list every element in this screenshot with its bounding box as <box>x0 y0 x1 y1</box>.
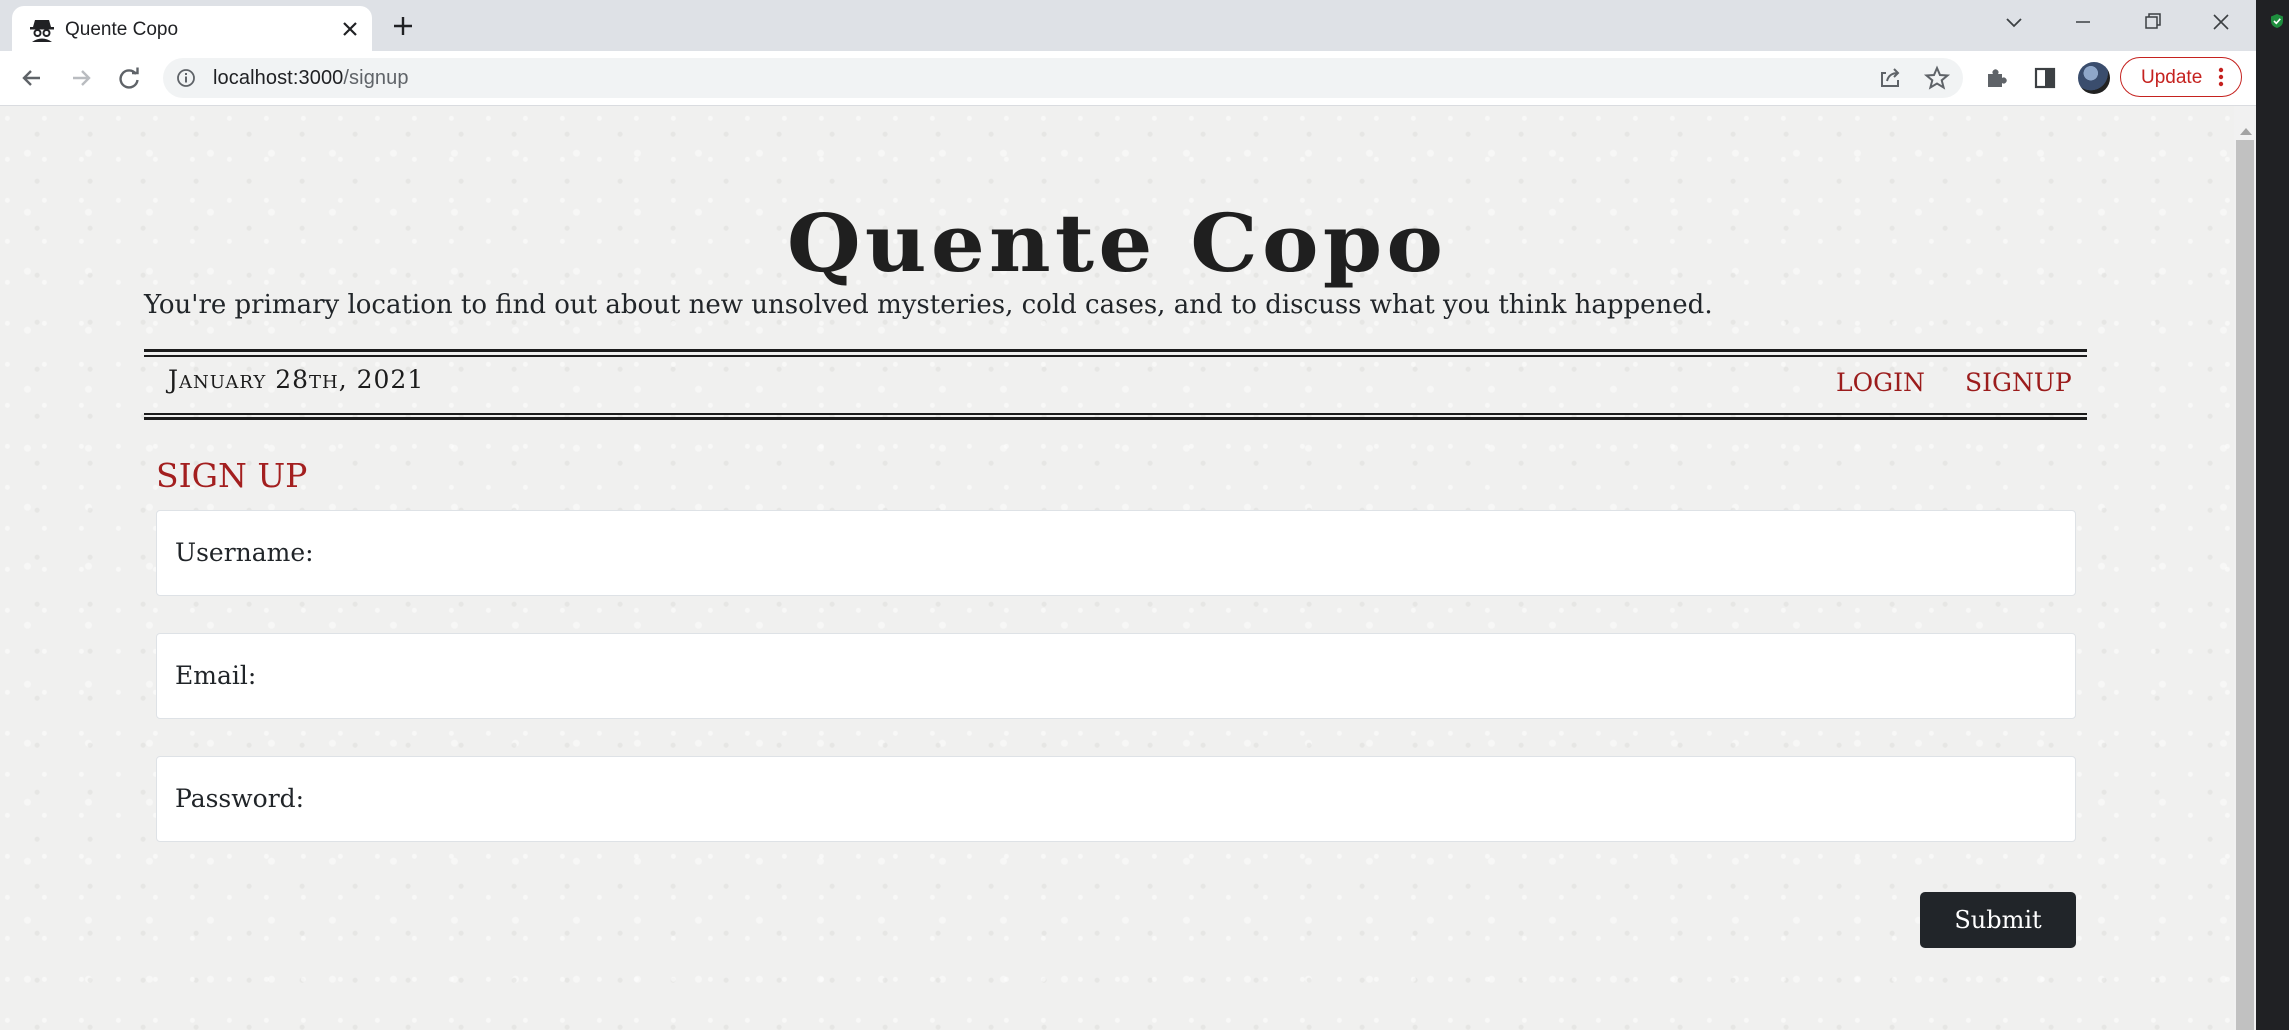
share-icon[interactable] <box>1876 64 1904 92</box>
scrollbar-thumb[interactable] <box>2236 140 2254 1030</box>
submit-button[interactable]: Submit <box>1920 892 2076 948</box>
update-label: Update <box>2141 67 2203 88</box>
browser-tab[interactable]: Quente Copo <box>12 6 372 51</box>
close-icon[interactable] <box>338 17 362 41</box>
back-arrow-icon[interactable] <box>18 64 46 92</box>
plus-icon[interactable] <box>390 13 416 39</box>
email-label: Email: <box>175 661 257 690</box>
page-viewport: Quente Copo You're primary location to f… <box>0 106 2234 1030</box>
detective-favicon-icon <box>30 20 54 42</box>
update-button[interactable]: Update <box>2120 57 2242 97</box>
divider-bottom-heavy <box>144 417 2087 420</box>
browser-toolbar: localhost:3000/signup Update <box>0 51 2256 106</box>
site-title: Quente Copo <box>786 196 1448 290</box>
site-tagline: You're primary location to find out abou… <box>144 290 1713 320</box>
tab-strip: Quente Copo <box>0 0 2256 51</box>
puzzle-icon[interactable] <box>1983 64 2011 92</box>
email-input[interactable] <box>327 648 2051 706</box>
minimize-icon[interactable] <box>2065 8 2101 38</box>
username-label: Username: <box>175 538 314 567</box>
reload-icon[interactable] <box>115 64 143 92</box>
restore-icon[interactable] <box>2134 8 2170 38</box>
password-input[interactable] <box>327 771 2051 829</box>
nav-signup-link[interactable]: SIGNUP <box>1965 368 2072 397</box>
header-date: January 28th, 2021 <box>168 365 425 394</box>
adjacent-window-edge <box>2256 0 2289 1030</box>
url-path: /signup <box>343 67 409 89</box>
forward-arrow-icon[interactable] <box>67 64 95 92</box>
username-field[interactable]: Username: <box>156 510 2076 596</box>
divider-top-light <box>144 355 2087 357</box>
username-input[interactable] <box>327 525 2051 583</box>
url-text: localhost:3000/signup <box>213 67 409 90</box>
password-label: Password: <box>175 784 305 813</box>
password-field[interactable]: Password: <box>156 756 2076 842</box>
info-icon[interactable] <box>176 68 196 88</box>
window-close-icon[interactable] <box>2203 8 2239 38</box>
tab-title: Quente Copo <box>65 19 179 40</box>
browser-chrome: Quente Copo localhost:3000/signup Update <box>0 0 2256 106</box>
kebab-menu-icon <box>2218 67 2224 87</box>
star-icon[interactable] <box>1923 64 1951 92</box>
divider-bottom-light <box>144 413 2087 415</box>
chevron-down-icon[interactable] <box>1996 8 2032 38</box>
signup-heading: SIGN UP <box>156 456 308 495</box>
sidepanel-icon[interactable] <box>2031 64 2059 92</box>
email-field[interactable]: Email: <box>156 633 2076 719</box>
page-scrollbar[interactable] <box>2234 106 2256 1030</box>
shield-icon <box>2271 14 2283 28</box>
divider-top-heavy <box>144 349 2087 352</box>
address-bar[interactable]: localhost:3000/signup <box>163 58 1963 98</box>
scroll-up-arrow-icon[interactable] <box>2240 128 2252 135</box>
nav-login-link[interactable]: LOGIN <box>1836 368 1925 397</box>
url-host: localhost:3000 <box>213 67 344 89</box>
profile-avatar[interactable] <box>2078 62 2110 94</box>
